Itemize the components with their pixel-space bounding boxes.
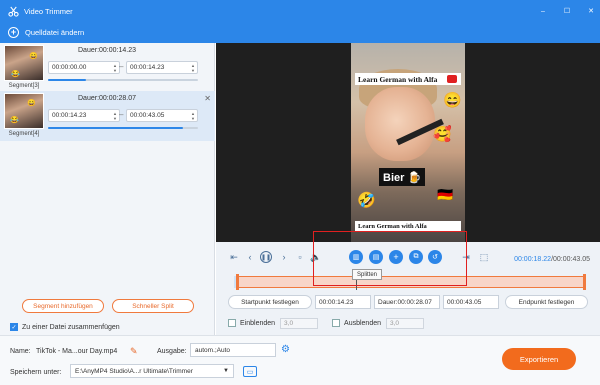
highlight-box <box>313 231 467 286</box>
full-view-icon[interactable]: ⬚ <box>478 251 490 263</box>
segment-progress-fill <box>48 127 183 129</box>
close-button[interactable]: ✕ <box>586 6 596 16</box>
germany-flag-icon: 🇩🇪 <box>437 187 454 202</box>
blush-emoji-icon: 🥰 <box>433 126 452 143</box>
left-actions: Segment hinzufügen Schneller Split <box>0 299 215 315</box>
segment-thumbnail: 😄 😂 <box>4 93 44 129</box>
segment-start-field[interactable]: 00:00:00.00 ▲ ▼ <box>48 61 120 74</box>
segment-end-field[interactable]: 00:00:43.05 ▲ ▼ <box>126 109 198 122</box>
folder-icon[interactable]: ▭ <box>243 366 257 377</box>
add-segment-button[interactable]: Segment hinzufügen <box>22 299 104 313</box>
fade-row: Einblenden 3,0 Ausblenden 3,0 <box>228 317 425 329</box>
minimize-button[interactable]: – <box>538 6 548 16</box>
chevron-down-icon[interactable]: ▼ <box>223 368 229 374</box>
previous-frame-icon[interactable]: ‹ <box>244 251 256 263</box>
checkbox-checked-icon[interactable]: ✓ <box>10 323 18 331</box>
segment-thumbnail: 😄 😂 <box>4 45 44 81</box>
segment-end-value: 00:00:14.23 <box>130 64 165 71</box>
segment-progress <box>48 127 198 129</box>
fade-in-checkbox[interactable] <box>228 319 236 327</box>
fade-in-label: Einblenden <box>240 319 276 327</box>
segment-start-value: 00:00:14.23 <box>52 112 87 119</box>
save-path-value: E:\AnyMP4 Studio\A...r Ultimate\Trimmer <box>75 367 193 375</box>
range-dash: – <box>119 110 124 119</box>
title-bar: Video Trimmer – ☐ ✕ <box>0 0 600 22</box>
segment-label: Segment[3] <box>8 83 40 89</box>
segment-label: Segment[4] <box>8 131 40 137</box>
set-start-label: Startpunkt festlegen <box>241 298 299 306</box>
close-icon[interactable]: ✕ <box>204 94 211 103</box>
merge-option[interactable]: ✓ Zu einer Datei zusammenfügen <box>10 323 120 331</box>
grin-emoji-icon: 😄 <box>443 92 462 109</box>
spinner-icon[interactable]: ▲ ▼ <box>113 110 117 121</box>
export-button[interactable]: Exportieren <box>502 348 576 370</box>
current-time: 00:00:18.22 <box>514 256 552 263</box>
segment-start-value: 00:00:00.00 <box>52 64 87 71</box>
spinner-icon[interactable]: ▲ ▼ <box>191 62 195 73</box>
segment-end-field[interactable]: 00:00:14.23 ▲ ▼ <box>126 61 198 74</box>
segment-start-field[interactable]: 00:00:14.23 ▲ ▼ <box>48 109 120 122</box>
toolbar: + Quelldatei ändern <box>0 22 600 43</box>
skip-start-icon[interactable]: ⇤ <box>228 251 240 263</box>
maximize-button[interactable]: ☐ <box>562 6 572 16</box>
video-frame: Learn German with Alfa 😄 🥰 Bier 🍺 🤣 🇩🇪 L… <box>351 43 465 242</box>
fade-in-field[interactable]: 3,0 <box>280 317 319 329</box>
bier-caption: Bier 🍺 <box>379 168 426 186</box>
segment-duration: Dauer:00:00:14.23 <box>78 47 136 54</box>
spinner-icon[interactable]: ▲ ▼ <box>113 62 117 73</box>
start-time-field[interactable]: 00:00:14.23 <box>315 295 371 309</box>
timeline-end-handle[interactable] <box>583 274 586 290</box>
change-source-label: Quelldatei ändern <box>25 28 85 37</box>
spinner-icon[interactable]: ▲ ▼ <box>191 110 195 121</box>
edit-pencil-icon[interactable]: ✎ <box>130 346 138 357</box>
duration-field: Dauer:00:00:28.07 <box>374 295 440 309</box>
stop-icon[interactable]: ▫ <box>294 251 306 263</box>
name-value: TikTok - Ma...our Day.mp4 <box>36 348 118 355</box>
name-label: Name: <box>10 348 31 355</box>
set-end-label: Endpunkt festlegen <box>518 298 575 306</box>
total-time: /00:00:43.05 <box>551 256 590 263</box>
scissors-icon <box>6 4 20 18</box>
merge-label: Zu einer Datei zusammenfügen <box>22 323 120 331</box>
timeline-start-handle[interactable] <box>236 274 239 290</box>
change-source-button[interactable]: + Quelldatei ändern <box>8 27 84 38</box>
set-end-button[interactable]: Endpunkt festlegen <box>505 295 588 309</box>
video-banner-bottom: Learn German with Alfa <box>355 221 461 231</box>
fade-in-value: 3,0 <box>284 319 294 327</box>
youtube-icon <box>447 75 457 83</box>
laugh-emoji-icon: 🤣 <box>357 192 376 209</box>
segment-item[interactable]: 😄 😂 Segment[4] Dauer:00:00:28.07 ✕ 00:00… <box>0 91 215 141</box>
segment-duration: Dauer:00:00:28.07 <box>78 95 136 102</box>
output-label: Ausgabe: <box>157 348 187 355</box>
fade-out-value: 3,0 <box>390 319 400 327</box>
output-value: autom.;Auto <box>195 346 231 354</box>
end-time-field[interactable]: 00:00:43.05 <box>443 295 499 309</box>
pause-icon[interactable]: ❚❚ <box>260 251 272 263</box>
fade-out-field[interactable]: 3,0 <box>386 317 425 329</box>
output-field[interactable]: autom.;Auto <box>190 343 276 357</box>
set-points-row: Startpunkt festlegen 00:00:14.23 Dauer:0… <box>228 295 588 309</box>
gear-icon[interactable]: ⚙ <box>281 344 290 355</box>
segment-end-value: 00:00:43.05 <box>130 112 165 119</box>
fast-split-button[interactable]: Schneller Split <box>112 299 194 313</box>
next-frame-icon[interactable]: › <box>278 251 290 263</box>
time-readout: 00:00:18.22/00:00:43.05 <box>514 256 590 263</box>
segment-item[interactable]: 😄 😂 Segment[3] Dauer:00:00:14.23 00:00:0… <box>0 43 215 93</box>
segment-list: 😄 😂 Segment[3] Dauer:00:00:14.23 00:00:0… <box>0 43 215 335</box>
video-banner-top: Learn German with Alfa <box>355 73 461 85</box>
save-label: Speichern unter: <box>10 369 62 376</box>
save-path-field[interactable]: E:\AnyMP4 Studio\A...r Ultimate\Trimmer … <box>70 364 234 378</box>
video-preview: Learn German with Alfa 😄 🥰 Bier 🍺 🤣 🇩🇪 L… <box>216 43 600 242</box>
segment-progress <box>48 79 198 81</box>
video-face <box>365 87 435 161</box>
plus-icon: + <box>8 27 19 38</box>
video-banner-text: Learn German with Alfa <box>358 74 438 84</box>
output-bar: Name: TikTok - Ma...our Day.mp4 ✎ Ausgab… <box>0 335 600 385</box>
window-title: Video Trimmer <box>24 6 73 16</box>
fade-out-label: Ausblenden <box>344 319 382 327</box>
range-dash: – <box>119 62 124 71</box>
set-start-button[interactable]: Startpunkt festlegen <box>228 295 312 309</box>
segment-progress-fill <box>48 79 86 81</box>
fade-out-checkbox[interactable] <box>332 319 341 327</box>
